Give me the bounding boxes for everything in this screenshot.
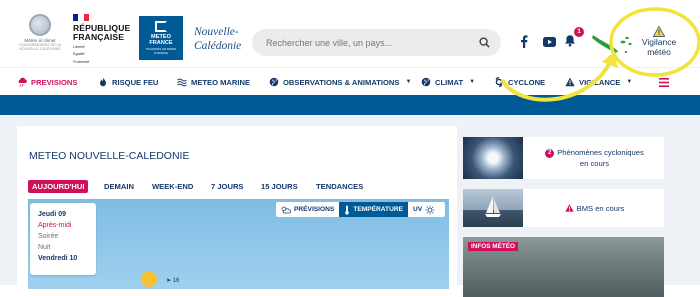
nav-label: VIGILANCE [579,77,621,87]
tab-demain[interactable]: DEMAIN [104,180,134,193]
tab-week-end[interactable]: WEEK-END [152,180,193,193]
globe-icon [269,77,279,87]
meteo-france-mark-icon [155,21,167,32]
french-flag-icon [73,14,89,21]
header: Météo et climat GOUVERNEMENT DE LA NOUVE… [0,0,700,67]
nav-label: RISQUE FEU [112,77,159,87]
cyclone-card[interactable]: 2 Phénomènes cycloniques en cours [463,137,664,179]
vigilance-meteo-link[interactable]: Vigilance météo [636,26,682,57]
logo-line3: NOUVELLE-CALÉDONIE [19,47,61,51]
page-title: METEO NOUVELLE-CALEDONIE [29,150,190,162]
map-view-tabs: PRÉVISIONS TEMPÉRATURE UV [276,202,445,217]
search-bar [252,29,501,56]
bms-text: BMS en cours [576,203,625,213]
period-soiree[interactable]: Soirée [38,231,88,242]
sailboat-image [463,189,523,227]
view-tab-label: PRÉVISIONS [294,206,335,213]
hamburger-menu-icon[interactable] [659,78,669,87]
warning-icon [564,203,574,212]
notification-count-badge: 1 [574,27,584,37]
republique-line2: FRANÇAISE [73,32,125,42]
warning-icon [565,77,575,87]
nav-item-previsions[interactable]: PREVISIONS [17,77,77,87]
sun-icon [425,205,435,214]
nav-label: CYCLONE [508,77,546,87]
nav-label: OBSERVATIONS & ANIMATIONS [283,77,400,87]
nav-item-meteo-marine[interactable]: METEO MARINE [177,77,250,87]
meteo-france-logo[interactable]: METEO FRANCE TOUJOURS UN TEMPS D'AVANCE [139,16,183,60]
period-nuit[interactable]: Nuit [38,242,88,253]
cloud-sun-icon [281,206,291,213]
cyclone-text-line1: Phénomènes cycloniques [557,148,644,157]
tab-tendances[interactable]: TENDANCES [316,180,363,193]
search-input[interactable] [266,34,466,51]
view-tab-label: UV [413,206,423,213]
thermometer-icon [345,205,350,215]
republique-francaise-logo[interactable]: RÉPUBLIQUE FRANÇAISE Liberté Égalité Fra… [73,14,133,64]
nav-item-climat[interactable]: CLIMAT ▼ [421,77,475,87]
cyclone-icon [495,77,503,87]
view-tab-previsions[interactable]: PRÉVISIONS [276,202,339,217]
rain-cloud-icon [18,77,27,87]
main-nav: PREVISIONS RISQUE FEU METEO MARINE OBSER… [0,67,700,95]
wind-indicator: ➤ 16 [166,277,179,284]
chevron-down-icon: ▼ [405,79,412,85]
fire-icon [100,77,106,87]
youtube-icon[interactable] [543,37,556,47]
cyclone-card-text: 2 Phénomènes cycloniques en cours [529,137,660,179]
bms-card[interactable]: BMS en cours [463,189,664,227]
sailboat-icon [485,196,501,217]
nav-item-cyclone[interactable]: CYCLONE [494,77,545,87]
tab-15-jours[interactable]: 15 JOURS [261,180,298,193]
motto-1: Liberté [73,45,85,49]
globe-icon [421,77,431,87]
motto-2: Égalité [73,52,85,57]
day-selector: Jeudi 09 Après-midi Soirée Nuit Vendredi… [30,203,96,275]
tab-7-jours[interactable]: 7 JOURS [211,180,244,193]
day-vendredi[interactable]: Vendredi 10 [38,253,88,264]
mf-tagline: TOUJOURS UN TEMPS D'AVANCE [145,47,177,55]
cyclone-satellite-image [463,137,523,179]
tab-aujourdhui[interactable]: AUJOURD'HUI [28,180,89,193]
nav-item-observations[interactable]: OBSERVATIONS & ANIMATIONS ▼ [269,77,411,87]
view-tab-label: TEMPÉRATURE [353,206,404,213]
facebook-icon[interactable] [520,35,528,48]
nav-label: PREVISIONS [31,77,78,87]
meteo-climat-logo[interactable]: Météo et climat GOUVERNEMENT DE LA NOUVE… [16,14,64,64]
globe-emblem-icon [29,14,51,36]
chevron-down-icon: ▼ [469,79,476,85]
day-jeudi[interactable]: Jeudi 09 [38,209,88,220]
nc-title-line1: Nouvelle- [194,26,239,38]
nav-label: METEO MARINE [191,77,251,87]
warning-icon [653,26,665,37]
vigilance-label-line2: météo [647,46,671,57]
wind-value: 16 [172,278,180,284]
mf-line2: FRANCE [149,40,173,47]
view-tab-temperature[interactable]: TEMPÉRATURE [339,202,409,217]
nc-title-line2: Calédonie [194,40,242,52]
cyclone-text-line2: en cours [579,159,610,168]
nav-item-risque-feu[interactable]: RISQUE FEU [98,77,158,87]
bell-icon[interactable] [564,34,576,47]
blue-banner [0,95,700,115]
wind-arrow-icon: ➤ [166,278,172,284]
view-tab-uv[interactable]: UV [408,202,440,217]
chevron-down-icon: ▼ [626,79,633,85]
new-caledonia-map-icon[interactable] [590,30,634,56]
nouvelle-caledonie-title: Nouvelle- Calédonie [194,25,241,53]
motto-3: Fraternité [73,59,90,64]
waves-icon [177,78,187,87]
bms-card-text: BMS en cours [529,189,660,227]
nav-item-vigilance[interactable]: VIGILANCE ▼ [565,77,632,87]
search-icon[interactable] [479,37,490,48]
cyclone-count-badge: 2 [545,149,555,158]
period-apres-midi[interactable]: Après-midi [38,220,88,231]
nav-label: CLIMAT [435,77,464,87]
infos-meteo-label: INFOS MÉTÉO [468,242,519,251]
